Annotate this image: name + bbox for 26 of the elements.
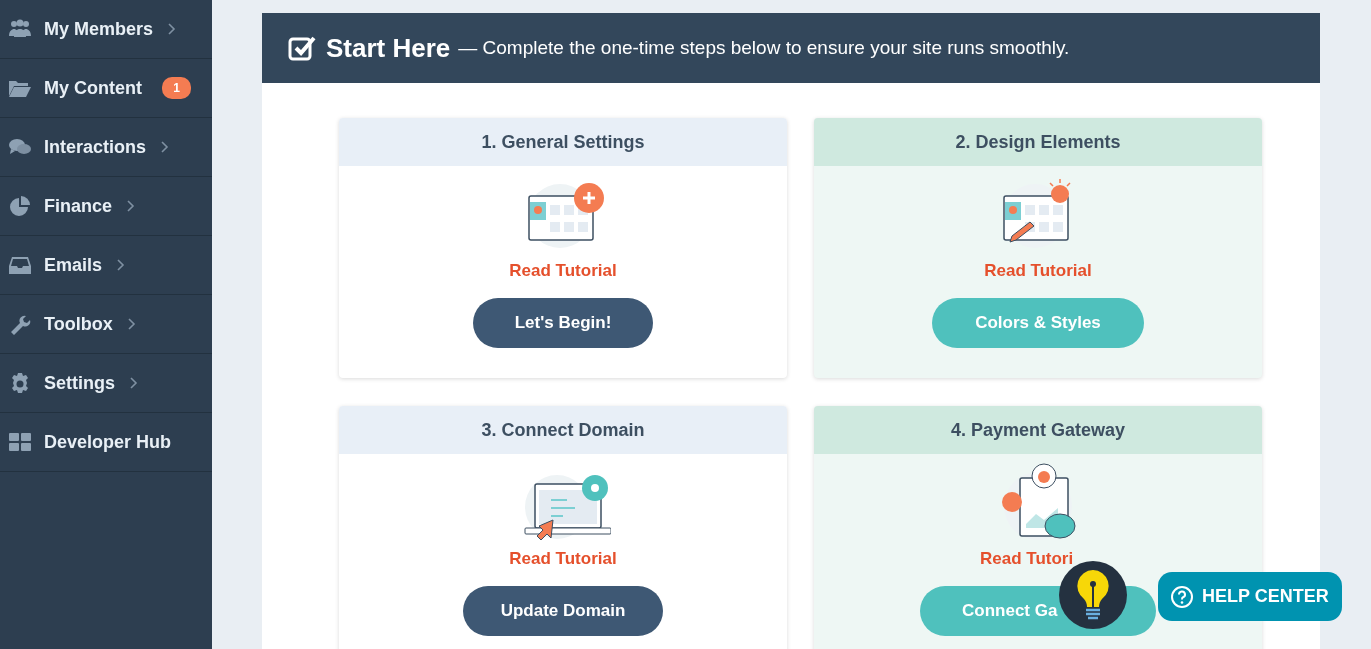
sidebar-item[interactable]: Finance — [0, 177, 212, 236]
pie-chart-icon — [8, 195, 32, 217]
step-button[interactable]: Update Domain — [463, 585, 663, 636]
step-title: 3. Connect Domain — [339, 406, 787, 454]
sidebar-item[interactable]: My Content 1 — [0, 59, 212, 118]
sidebar-item[interactable]: Settings — [0, 354, 212, 413]
inbox-icon — [8, 254, 32, 276]
grid-icon — [8, 431, 32, 453]
step-title: 1. General Settings — [339, 118, 787, 166]
sidebar-item[interactable]: Emails — [0, 236, 212, 295]
count-badge: 1 — [162, 77, 191, 99]
checkbox-icon — [288, 35, 316, 61]
help-center-button[interactable]: HELP CENTER — [1158, 572, 1342, 621]
sidebar-item[interactable]: Developer Hub — [0, 413, 212, 472]
step-title: 2. Design Elements — [814, 118, 1262, 166]
tutorial-link[interactable]: Read Tutorial — [509, 261, 617, 280]
step-button[interactable]: Let's Begin! — [473, 297, 653, 348]
sidebar-item[interactable]: My Members — [0, 0, 212, 59]
sidebar-item[interactable]: Toolbox — [0, 295, 212, 354]
help-icon — [1170, 584, 1194, 609]
panel-subtitle: — Complete the one-time steps below to ensure your site runs smoothly. — [458, 35, 1070, 60]
sidebar-item[interactable]: Interactions — [0, 118, 212, 177]
step-title: 4. Payment Gateway — [814, 406, 1262, 454]
people-icon — [8, 18, 32, 40]
panel-title: Start Here — [326, 31, 451, 65]
tutorial-link[interactable]: Read Tutorial — [509, 549, 617, 568]
